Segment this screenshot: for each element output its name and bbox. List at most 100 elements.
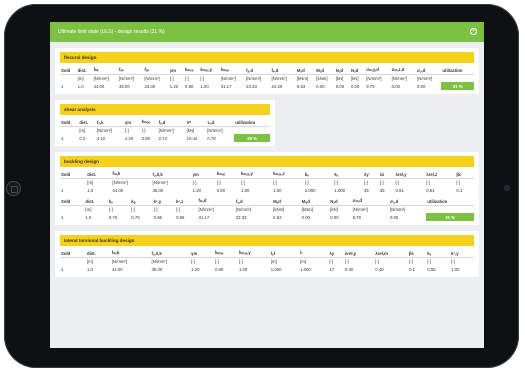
column-header: βc <box>455 170 474 179</box>
column-header: λrel,m <box>374 249 408 258</box>
home-button[interactable] <box>6 181 21 196</box>
unit-cell: [N/mm²] <box>93 76 109 81</box>
column-header: dist. <box>86 170 112 179</box>
unit-cell: [m] <box>85 207 92 212</box>
column-header: fₐ,d <box>245 66 271 75</box>
column-header: σₘ,y,d <box>365 66 391 75</box>
value-cell: 31.17 <box>220 83 232 89</box>
value-cell: 0.78 <box>207 135 216 141</box>
unit-cell: [N/mm²] <box>96 128 113 133</box>
column-header: kᶜ,y <box>450 249 474 258</box>
value-cell: 0.80 <box>214 266 224 272</box>
value-cell: 35.00 <box>118 83 130 89</box>
column-header: kₘₐₓ,y <box>239 170 273 179</box>
value-cell: 1.20 <box>192 187 202 193</box>
column-header: fₐ,d <box>234 197 273 206</box>
column-header: lₑf <box>269 249 300 258</box>
column-header: Mₐd <box>315 66 335 75</box>
unit-cell: [-] <box>379 180 384 185</box>
column-header: Nₐd <box>334 66 350 75</box>
unit-cell: [kNm] <box>273 207 285 212</box>
unit-cell: [N/mm²] <box>144 76 160 81</box>
column-header: fᵥ,d <box>157 118 186 127</box>
column-header: λy <box>363 170 379 179</box>
value-cell: 0.61 <box>395 187 404 193</box>
unit-cell: [-] <box>153 207 158 212</box>
unit-cell: [N/mm²] <box>271 76 287 81</box>
column-header: utilization <box>441 66 474 75</box>
column-header: γm <box>168 66 184 75</box>
unit-cell <box>234 127 270 135</box>
unit-cell: [kNm] <box>301 207 313 212</box>
value-cell: 0.96 <box>153 214 163 220</box>
column-header: λy <box>328 249 344 258</box>
value-cell: 44.00 <box>93 83 105 89</box>
column-header: σₘ,d <box>351 197 389 206</box>
column-header: Sold <box>60 170 87 179</box>
value-cell: 1.00 <box>238 266 248 272</box>
value-cell: 1.0 <box>86 266 93 272</box>
column-header: kₘₒₑ <box>183 66 200 75</box>
column-header: kₘₒₑ <box>213 249 238 258</box>
column-header: βc <box>407 249 427 258</box>
value-cell: 9.79 <box>366 83 375 89</box>
value-cell: 0.00 <box>301 214 311 220</box>
column-header: λrel,z <box>425 170 456 179</box>
column-header: Sold <box>60 66 77 75</box>
value-cell: 1.000 <box>334 187 346 193</box>
value-cell: 0.00 <box>316 83 325 89</box>
column-header: Vᵈ <box>185 118 207 127</box>
value-cell: 0.00 <box>389 214 399 220</box>
value-cell: 1.000 <box>270 266 282 272</box>
value-cell: 0.80 <box>216 187 226 193</box>
value-cell: 1 <box>61 214 64 220</box>
value-cell: 0.00 <box>391 83 400 89</box>
flexural-table: Sold dist. fₕₖ fₑₖ fₐₖ γm kₘₒₑ kₘₐₓ,y kₘₒₑ fₐ,d fₑ… <box>60 66 474 90</box>
column-header: kₘₒₑ <box>140 118 158 127</box>
buckling-design-card: buckling design Sold dist. fₘ,k fₐ,0,k γm kₘₒ… <box>55 152 479 225</box>
column-header: Mᵩd <box>300 197 330 206</box>
column-header: τᵥ,d <box>206 118 235 127</box>
column-header: Nₐd <box>329 197 352 206</box>
value-cell: 0.00 <box>350 83 360 89</box>
window-title: Ultimate limit state (ULS) - design resu… <box>58 29 165 35</box>
column-header: dist. <box>85 249 111 258</box>
unit-cell: [kNm] <box>296 76 309 81</box>
unit-cell: [N/mm²] <box>158 128 174 133</box>
unit-cell: [N/mm²] <box>111 259 128 264</box>
column-header: lₜ <box>299 249 329 258</box>
column-header: dist. <box>84 197 108 206</box>
column-header: λrel,y <box>394 170 426 179</box>
column-header: kᵧ <box>426 249 451 258</box>
unit-cell: [N/mm²] <box>112 180 128 185</box>
column-header: kₘₒₑ <box>219 66 246 75</box>
unit-cell: [N/mm²] <box>366 76 382 81</box>
value-cell: 4.10 <box>96 135 106 141</box>
unit-cell: [-] <box>108 207 113 212</box>
unit-cell: [kNm] <box>316 76 328 81</box>
value-cell: 1 <box>61 83 64 89</box>
value-cell: 0.70 <box>131 214 140 220</box>
value-cell: 0.80 <box>184 83 194 89</box>
value-cell: 1.20 <box>124 135 134 141</box>
column-header: kᶜ,y <box>152 197 176 206</box>
unit-cell <box>60 127 78 135</box>
unit-cell: [N/mm²] <box>198 207 214 212</box>
unit-cell: [-] <box>200 76 205 81</box>
buckling-table-1: Sold dist. fₘ,k fₐ,0,k γm kₘₒₑ kₘₐₓ,y kₘₐₓ,z kₑ k… <box>60 170 474 194</box>
column-header: kᵩ <box>130 197 153 206</box>
unit-cell: [-] <box>184 76 189 81</box>
value-cell: 10.44 <box>186 135 198 141</box>
unit-cell: [kN] <box>330 207 338 212</box>
value-cell: 1.0 <box>77 83 84 89</box>
section-title: flexural design <box>60 52 474 63</box>
column-header: fₕₖ <box>92 66 118 75</box>
unit-cell: [-] <box>141 128 146 133</box>
unit-cell: [-] <box>238 259 243 264</box>
close-icon[interactable]: × <box>470 28 477 35</box>
column-header: fₘ,d <box>197 197 235 206</box>
value-cell: 44.00 <box>111 266 123 272</box>
value-cell: 0.00 <box>330 214 339 220</box>
unit-cell: [N/mm²] <box>352 207 368 212</box>
shear-table: Sold dist. fᵥ,k γm kₘₒₑ fᵥ,d Vᵈ τᵥ,d utilization… <box>60 118 270 142</box>
